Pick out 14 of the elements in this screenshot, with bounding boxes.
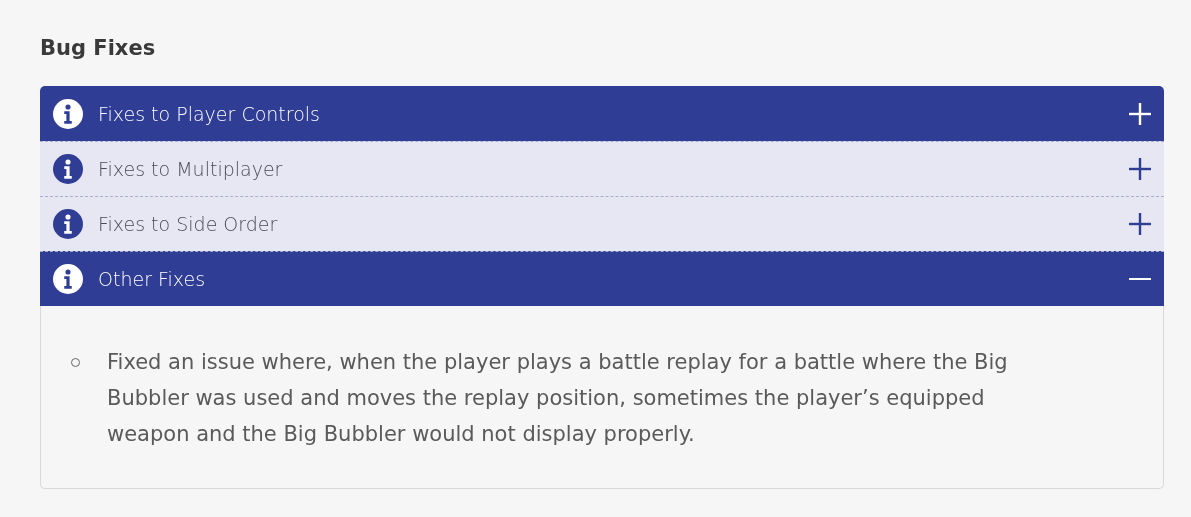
accordion-header[interactable]: Fixes to Side Order [40,196,1164,251]
accordion-header[interactable]: Fixes to Multiplayer [40,141,1164,196]
info-icon [53,154,83,184]
plus-icon [1129,102,1151,125]
minus-icon [1129,277,1151,281]
plus-icon [1129,213,1151,235]
accordion-header[interactable]: Fixes to Player Controls [40,86,1164,141]
fix-description: Fixed an issue where, when the player plays a battle replay for a battle where the Big Bubbler was used and moves the replay position, sometimes the player’s equipped weapon and the Big Bubbler would not display properly. [107,349,1009,448]
info-icon [53,209,83,239]
plus-icon [1129,158,1151,180]
section-heading: Bug Fixes [40,36,156,60]
info-icon [53,98,83,129]
info-icon [53,264,83,294]
accordion-header[interactable]: Other Fixes [40,251,1164,306]
